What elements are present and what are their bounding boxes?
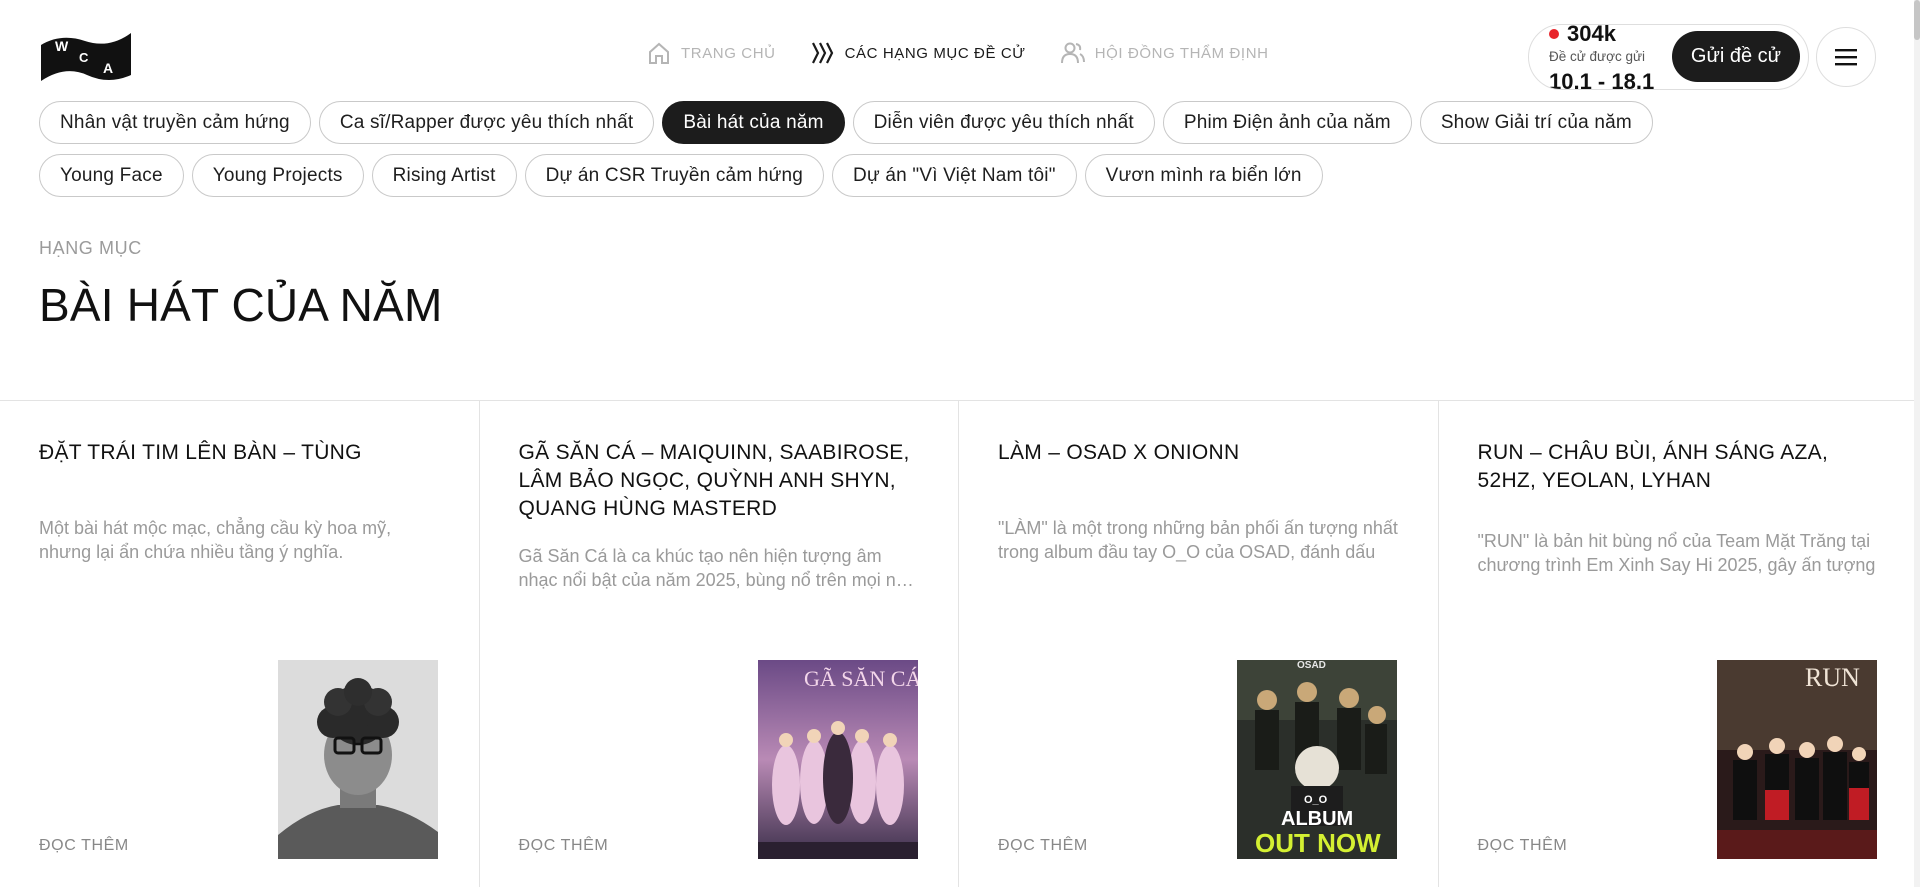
- nominee-card[interactable]: RUN – Châu Bùi, Ánh Sáng AZA, 52Hz, Yeol…: [1439, 401, 1918, 887]
- nominee-desc: "RUN" là bản hit bùng nổ của Team Mặt Tr…: [1477, 531, 1876, 575]
- submit-nomination-button[interactable]: Gửi đề cử: [1672, 31, 1800, 82]
- main-nav: Trang chủ Các hạng mục đề cử Hội đồng th…: [646, 40, 1269, 66]
- site-header: W C A Trang chủ Các hạng mục đề cử Hội đ…: [0, 0, 1920, 100]
- nav-categories-label: Các hạng mục đề cử: [844, 44, 1026, 62]
- svg-text:O_O: O_O: [1304, 794, 1328, 806]
- chip-favorite-actor[interactable]: Diễn viên được yêu thích nhất: [852, 101, 1155, 144]
- wca-logo[interactable]: W C A: [39, 29, 133, 85]
- svg-text:OUT NOW: OUT NOW: [1255, 828, 1381, 858]
- nominee-list: Đặt trái tim lên bàn – Tùng Một bài hát …: [0, 400, 1920, 887]
- read-more-link[interactable]: Đọc thêm: [39, 837, 129, 855]
- chip-film-of-year[interactable]: Phim Điện ảnh của năm: [1162, 101, 1412, 144]
- hamburger-icon: [1835, 49, 1857, 66]
- nav-council-label: Hội đồng thẩm định: [1094, 44, 1269, 62]
- nomination-counter: 304k Đề cử được gửi 10.1 - 18.1: [1549, 25, 1667, 90]
- nominee-image[interactable]: GÃ SĂN CÁ: [757, 660, 918, 859]
- live-dot-icon: [1549, 29, 1559, 39]
- nominee-card[interactable]: LÀM – OSAD x ONIONN "LÀM" là một trong n…: [959, 401, 1439, 887]
- svg-text:OSAD: OSAD: [1297, 660, 1326, 671]
- read-more-link[interactable]: Đọc thêm: [1478, 837, 1568, 855]
- chevrons-icon: [810, 40, 836, 66]
- nomination-count: 304k: [1549, 25, 1616, 47]
- chip-csr-project[interactable]: Dự án CSR Truyền cảm hứng: [524, 154, 825, 197]
- nominee-image[interactable]: OSAD O_O ALBUM OUT NOW: [1237, 660, 1397, 859]
- chip-vuon-minh[interactable]: Vươn mình ra biển lớn: [1084, 154, 1323, 197]
- svg-text:GÃ SĂN CÁ: GÃ SĂN CÁ: [804, 666, 918, 691]
- nominee-card[interactable]: Gã Săn Cá – MAIQUINN, SAABIROSE, LÂM BẢO…: [480, 401, 959, 887]
- nomination-count-label: Đề cử được gửi: [1549, 49, 1645, 64]
- category-row-2: Young Face Young Projects Rising Artist …: [39, 154, 1739, 197]
- nav-categories[interactable]: Các hạng mục đề cử: [810, 40, 1026, 66]
- nav-home-label: Trang chủ: [681, 44, 776, 62]
- nominee-title[interactable]: RUN – Châu Bùi, Ánh Sáng AZA, 52Hz, Yeol…: [1478, 439, 1878, 495]
- chip-vi-viet-nam-toi[interactable]: Dự án "Vì Việt Nam tôi": [832, 154, 1077, 197]
- chip-rising-artist[interactable]: Rising Artist: [371, 154, 517, 197]
- nav-home[interactable]: Trang chủ: [646, 40, 776, 66]
- chip-favorite-singer[interactable]: Ca sĩ/Rapper được yêu thích nhất: [318, 101, 655, 144]
- nomination-panel: 304k Đề cử được gửi 10.1 - 18.1 Gửi đề c…: [1528, 24, 1809, 90]
- chip-song-of-year[interactable]: Bài hát của năm: [662, 101, 845, 144]
- category-filter: Nhân vật truyền cảm hứng Ca sĩ/Rapper đư…: [39, 101, 1739, 207]
- users-icon: [1060, 40, 1086, 66]
- nominee-image[interactable]: RUN: [1716, 660, 1877, 859]
- svg-text:A: A: [103, 60, 113, 76]
- svg-text:ALBUM: ALBUM: [1281, 808, 1353, 830]
- nomination-date-range: 10.1 - 18.1: [1549, 69, 1655, 90]
- chip-inspiring-figure[interactable]: Nhân vật truyền cảm hứng: [39, 101, 311, 144]
- nominee-title[interactable]: Gã Săn Cá – MAIQUINN, SAABIROSE, LÂM BẢO…: [519, 439, 919, 523]
- page-title: BÀI HÁT CỦA NĂM: [39, 279, 443, 331]
- nominee-image[interactable]: [278, 660, 438, 859]
- read-more-link[interactable]: Đọc thêm: [998, 837, 1088, 855]
- svg-text:RUN: RUN: [1805, 663, 1860, 692]
- section-eyebrow: Hạng mục: [39, 238, 142, 258]
- nominee-desc: Gã Săn Cá là ca khúc tạo nên hiện tượng …: [518, 546, 916, 590]
- chip-young-face[interactable]: Young Face: [39, 154, 184, 197]
- chip-young-projects[interactable]: Young Projects: [191, 154, 364, 197]
- nominee-title[interactable]: LÀM – OSAD x ONIONN: [998, 439, 1398, 467]
- nominee-title[interactable]: Đặt trái tim lên bàn – Tùng: [39, 439, 439, 467]
- nominee-card[interactable]: Đặt trái tim lên bàn – Tùng Một bài hát …: [0, 401, 480, 887]
- read-more-link[interactable]: Đọc thêm: [519, 837, 609, 855]
- menu-button[interactable]: [1816, 27, 1876, 87]
- page-scrollbar[interactable]: [1914, 0, 1920, 887]
- category-row-1: Nhân vật truyền cảm hứng Ca sĩ/Rapper đư…: [39, 101, 1739, 144]
- nav-council[interactable]: Hội đồng thẩm định: [1060, 40, 1269, 66]
- chip-show-of-year[interactable]: Show Giải trí của năm: [1419, 101, 1653, 144]
- svg-text:C: C: [79, 50, 89, 65]
- nominee-desc: Một bài hát mộc mạc, chẳng cầu kỳ hoa mỹ…: [39, 518, 392, 562]
- scrollbar-thumb[interactable]: [1914, 0, 1920, 40]
- home-icon: [646, 40, 672, 66]
- svg-text:W: W: [55, 38, 69, 54]
- nominee-desc: "LÀM" là một trong những bản phối ấn tượ…: [998, 518, 1398, 562]
